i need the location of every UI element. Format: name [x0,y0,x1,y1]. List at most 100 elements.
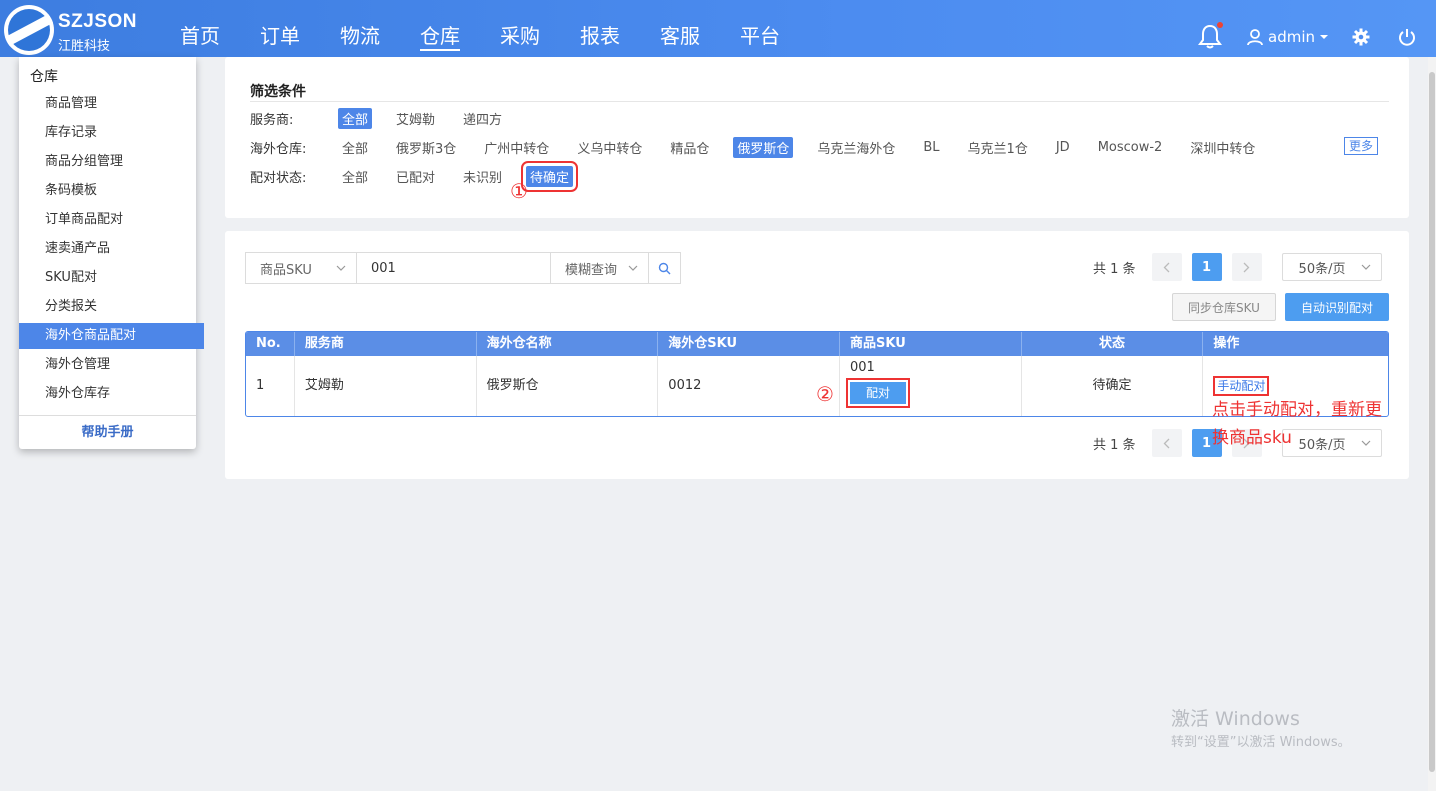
nav-home[interactable]: 首页 [160,0,240,57]
filter-panel: 筛选条件 服务商: 全部 艾姆勒 递四方 海外仓库: 全部 俄罗斯3仓 广州中转… [225,57,1409,218]
provider-chip-aimule[interactable]: 艾姆勒 [392,108,439,129]
sidebar-divider [19,415,196,416]
sidebar-item-sku-pairing[interactable]: SKU配对 [19,265,196,291]
search-field-select[interactable]: 商品SKU [246,253,357,283]
status-chip-all[interactable]: 全部 [338,166,372,187]
annotation-note: 点击手动配对，重新更换商品sku [1212,400,1382,448]
warehouse-chip-yiwu[interactable]: 义乌中转仓 [573,137,646,158]
prev-page-button[interactable] [1151,429,1182,457]
prev-page-button[interactable] [1151,253,1182,281]
sidebar-item-barcode-template[interactable]: 条码模板 [19,178,196,204]
sidebar-item-customs-classification[interactable]: 分类报关 [19,294,196,320]
provider-chip-4px[interactable]: 递四方 [459,108,506,129]
col-warehouse-name: 海外仓名称 [477,332,659,356]
status-chip-unrecognized[interactable]: 未识别 [459,166,506,187]
gear-icon[interactable] [1352,28,1370,46]
brand-name: SZJSON [58,11,138,32]
help-manual-link[interactable]: 帮助手册 [19,421,196,440]
nav-logistics[interactable]: 物流 [320,0,400,57]
cell-product-sku: 001 配对 [840,356,1022,416]
status-chip-pending[interactable]: 待确定 [521,160,579,192]
chevron-down-icon [1320,35,1328,39]
warehouse-chip-russia[interactable]: 俄罗斯仓 [733,136,794,158]
warehouse-chip-ukraine-1[interactable]: 乌克兰1仓 [964,137,1032,158]
search-bar: 商品SKU 模糊查询 [245,252,681,284]
sidebar-item-stock-records[interactable]: 库存记录 [19,120,196,146]
table-header: No. 服务商 海外仓名称 海外仓SKU 商品SKU 状态 操作 [246,332,1388,356]
chevron-down-icon [336,265,346,271]
provider-chip-all[interactable]: 全部 [338,107,373,129]
chevron-down-icon [1361,264,1370,270]
search-mode-select[interactable]: 模糊查询 [551,253,649,283]
nav-platform[interactable]: 平台 [720,0,800,57]
chevron-down-icon [628,265,638,271]
warehouse-chip-moscow-2[interactable]: Moscow-2 [1094,139,1167,156]
warehouse-chip-jd[interactable]: JD [1052,139,1074,156]
col-no: No. [246,332,295,356]
scrollbar-thumb[interactable] [1429,72,1435,772]
nav-purchase[interactable]: 采购 [480,0,560,57]
brand-subtitle: 江胜科技 [58,39,111,54]
pair-button[interactable]: 配对 [845,378,910,408]
status-filter-row: 配对状态: 全部 已配对 未识别 待确定 [250,160,593,192]
pager-total: 共 1 条 [1093,261,1136,277]
cell-no: 1 [246,356,295,416]
annotation-step-two: ② [816,382,834,406]
sidebar-item-product-groups[interactable]: 商品分组管理 [19,149,196,175]
annotation-step-one: ① [510,179,528,203]
chevron-left-icon [1163,262,1170,272]
power-icon[interactable] [1398,28,1416,46]
filter-title: 筛选条件 [250,84,306,100]
user-menu[interactable]: admin [1246,28,1329,46]
page-1-button[interactable]: 1 [1191,253,1222,281]
sidebar-item-aliexpress-products[interactable]: 速卖通产品 [19,236,196,262]
col-status: 状态 [1022,332,1204,356]
col-warehouse-sku: 海外仓SKU [658,332,840,356]
nav-service[interactable]: 客服 [640,0,720,57]
warehouse-filter-row: 海外仓库: 全部 俄罗斯3仓 广州中转仓 义乌中转仓 精品仓 俄罗斯仓 乌克兰海… [250,136,1279,158]
filter-divider [250,101,1389,102]
warehouse-filter-label: 海外仓库: [250,141,307,157]
user-icon [1247,29,1263,46]
sidebar-title: 仓库 [30,69,58,85]
col-product-sku: 商品SKU [840,332,1022,356]
sidebar-item-product-management[interactable]: 商品管理 [19,91,196,117]
nav-orders[interactable]: 订单 [240,0,320,57]
chevron-left-icon [1163,438,1170,448]
provider-filter-row: 服务商: 全部 艾姆勒 递四方 [250,107,526,129]
warehouse-chip-bl[interactable]: BL [919,139,943,156]
status-chip-paired[interactable]: 已配对 [392,166,439,187]
provider-filter-label: 服务商: [250,112,294,128]
page-size-select[interactable]: 50条/页 [1281,253,1382,281]
sidebar-item-overseas-stock[interactable]: 海外仓库存 [19,381,196,407]
warehouse-chip-shenzhen[interactable]: 深圳中转仓 [1186,137,1259,158]
pager-top: 共 1 条 1 50条/页 [1093,253,1382,281]
warehouse-chip-premium[interactable]: 精品仓 [666,137,713,158]
sidebar-item-order-product-pairing[interactable]: 订单商品配对 [19,207,196,233]
search-input[interactable] [357,253,551,283]
sidebar-item-overseas-product-pairing[interactable]: 海外仓商品配对 [19,323,204,349]
search-icon [658,262,671,274]
manual-pair-link[interactable]: 手动配对 [1213,376,1270,396]
warehouse-chip-russia-3[interactable]: 俄罗斯3仓 [392,137,460,158]
page-size-value: 50条/页 [1298,261,1346,277]
search-button[interactable] [649,253,680,283]
auto-pair-button[interactable]: 自动识别配对 [1285,293,1389,321]
next-page-button[interactable] [1231,253,1262,281]
windows-watermark-title: 激活 Windows [1171,708,1300,730]
user-name: admin [1268,28,1315,46]
nav-reports[interactable]: 报表 [560,0,640,57]
warehouse-chip-all[interactable]: 全部 [338,137,372,158]
warehouse-chip-guangzhou[interactable]: 广州中转仓 [480,137,553,158]
sidebar: 仓库 商品管理 库存记录 商品分组管理 条码模板 订单商品配对 速卖通产品 SK… [19,57,204,449]
status-filter-label: 配对状态: [250,170,307,186]
nav-warehouse[interactable]: 仓库 [400,0,480,57]
warehouse-chip-ukraine-overseas[interactable]: 乌克兰海外仓 [813,137,899,158]
chevron-right-icon [1243,262,1250,272]
sidebar-item-overseas-warehouse-management[interactable]: 海外仓管理 [19,352,196,378]
more-warehouses-button[interactable]: 更多 [1344,137,1379,155]
notification-dot [1217,22,1223,28]
main-nav: 首页 订单 物流 仓库 采购 报表 客服 平台 [160,0,800,57]
sync-warehouse-sku-button[interactable]: 同步仓库SKU [1172,293,1276,321]
product-sku-value: 001 [849,360,875,375]
